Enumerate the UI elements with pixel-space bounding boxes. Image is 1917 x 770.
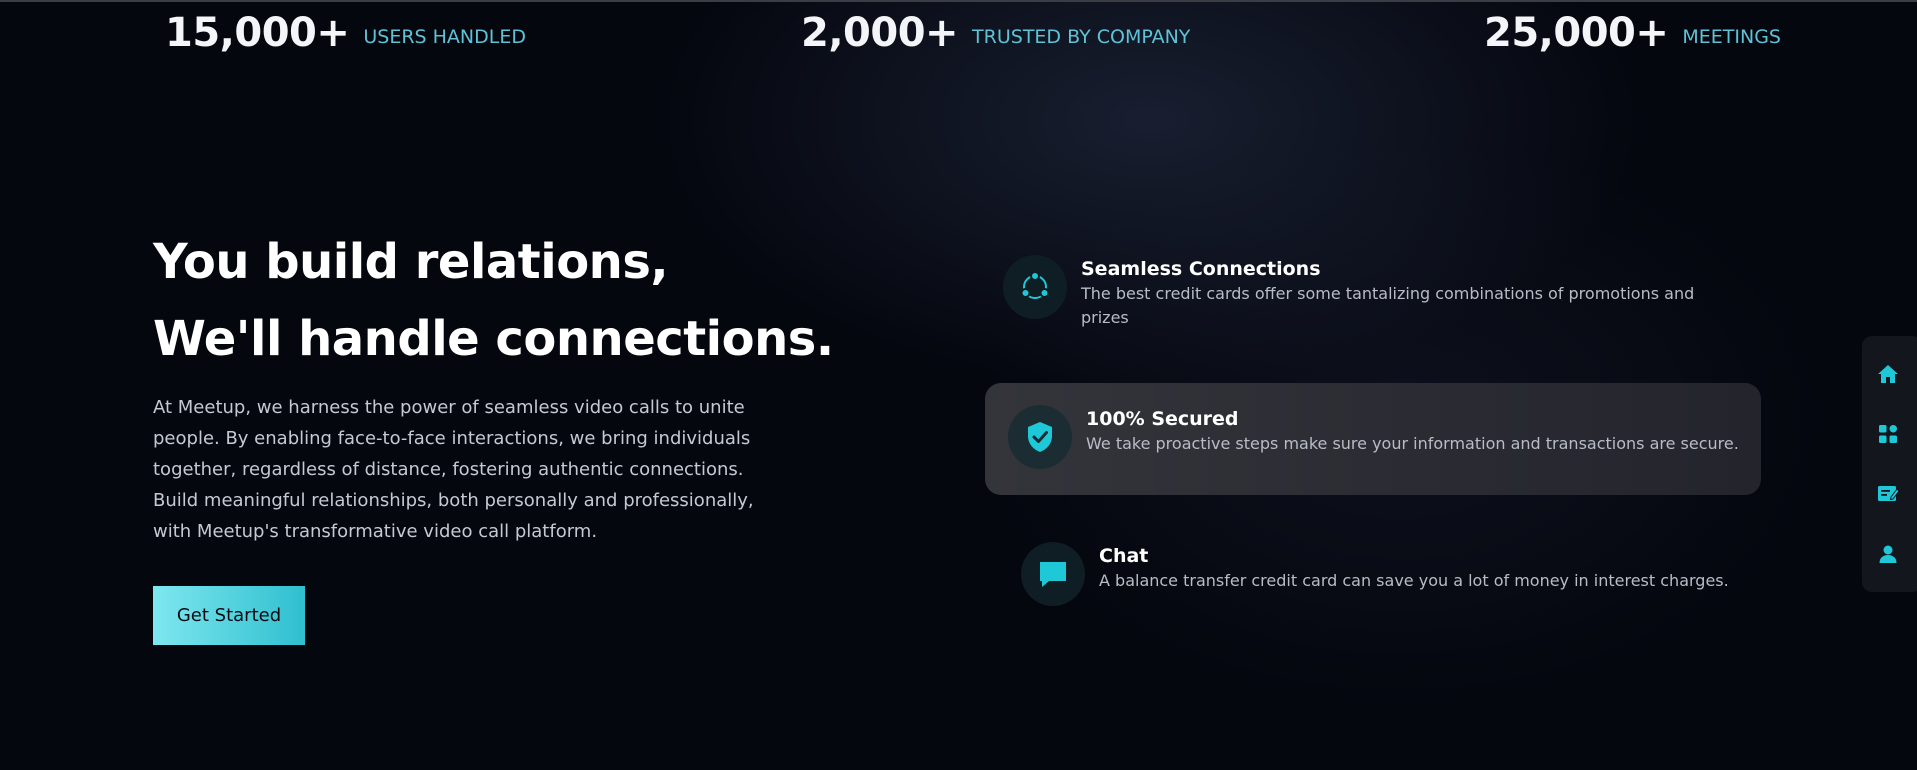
feature-description: A balance transfer credit card can save …	[1099, 571, 1729, 590]
hero-title-line1: You build relations,	[153, 234, 669, 290]
feature-description: We take proactive steps make sure your i…	[1086, 434, 1739, 453]
chat-bubble-icon	[1021, 542, 1085, 606]
stat-number: 2,000+	[801, 10, 959, 56]
feature-title: Seamless Connections	[1081, 258, 1321, 280]
share-icon	[1003, 255, 1067, 319]
stat-label: USERS HANDLED	[363, 26, 526, 48]
feature-chat: Chat A balance transfer credit card can …	[1021, 542, 1729, 606]
stat-meetings: 25,000+ MEETINGS	[1484, 10, 1781, 56]
side-dock	[1862, 336, 1917, 592]
profile-icon[interactable]	[1866, 532, 1910, 576]
feature-seamless-connections: Seamless Connections The best credit car…	[1003, 255, 1723, 330]
hero-title-line2: We'll handle connections.	[153, 311, 834, 367]
feature-description: The best credit cards offer some tantali…	[1081, 284, 1695, 327]
home-icon[interactable]	[1866, 352, 1910, 396]
feature-title: 100% Secured	[1086, 408, 1239, 430]
top-divider	[0, 0, 1917, 2]
stat-companies: 2,000+ TRUSTED BY COMPANY	[801, 10, 1190, 56]
get-started-button[interactable]: Get Started	[153, 586, 305, 645]
hero-description: At Meetup, we harness the power of seaml…	[153, 397, 754, 542]
hero-title: You build relations, We'll handle connec…	[153, 224, 834, 378]
stat-users: 15,000+ USERS HANDLED	[165, 10, 526, 56]
feature-secured: 100% Secured We take proactive steps mak…	[1008, 405, 1739, 469]
stat-label: MEETINGS	[1682, 26, 1781, 48]
stat-number: 15,000+	[165, 10, 350, 56]
stat-number: 25,000+	[1484, 10, 1669, 56]
notes-icon[interactable]	[1866, 472, 1910, 516]
dashboard-icon[interactable]	[1866, 412, 1910, 456]
feature-title: Chat	[1099, 545, 1149, 567]
shield-check-icon	[1008, 405, 1072, 469]
stat-label: TRUSTED BY COMPANY	[972, 26, 1191, 48]
